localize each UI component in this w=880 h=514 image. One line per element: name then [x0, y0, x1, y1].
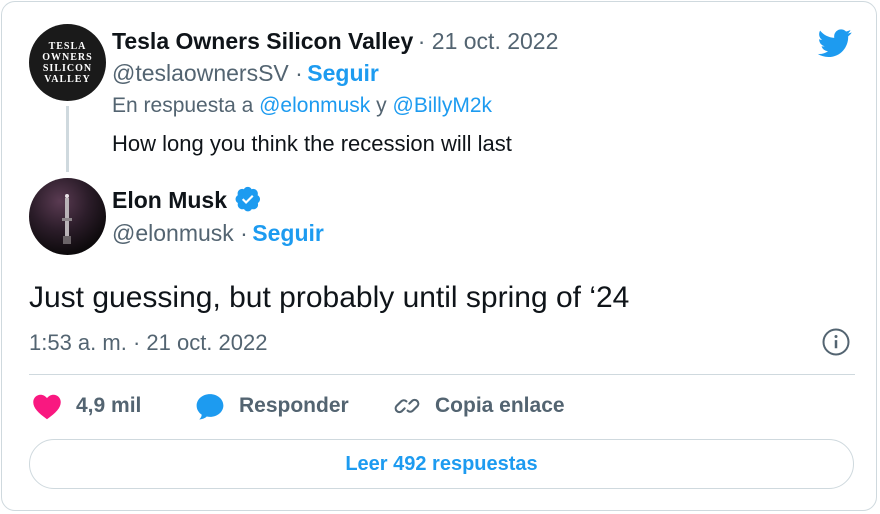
- reply-action[interactable]: Responder: [195, 392, 349, 420]
- rocket-image: [62, 194, 72, 244]
- tweet-timestamp[interactable]: 1:53 a. m. · 21 oct. 2022: [29, 330, 267, 356]
- reply-prefix: En respuesta a: [112, 94, 254, 117]
- divider: [29, 374, 855, 375]
- quoted-handle-row: @teslaownersSV · Seguir: [112, 60, 379, 87]
- reply-context: En respuesta a @elonmusk y @BillyM2k: [112, 94, 492, 118]
- main-author-row: Elon Musk: [112, 186, 261, 214]
- heart-icon: [33, 394, 61, 420]
- reply-label: Responder: [239, 394, 349, 417]
- link-icon: [394, 398, 420, 414]
- reply-joiner: y: [376, 94, 387, 117]
- main-handle[interactable]: @elonmusk ·: [112, 220, 248, 246]
- twitter-bird-icon[interactable]: [816, 26, 854, 60]
- main-handle-row: @elonmusk · Seguir: [112, 220, 324, 247]
- quoted-handle[interactable]: @teslaownersSV ·: [112, 60, 303, 86]
- main-follow-link[interactable]: Seguir: [252, 220, 324, 246]
- quoted-date[interactable]: · 21 oct. 2022: [418, 28, 559, 54]
- copy-link-label: Copia enlace: [435, 394, 565, 417]
- quoted-follow-link[interactable]: Seguir: [307, 60, 379, 86]
- reply-user-link[interactable]: @elonmusk: [259, 94, 370, 117]
- main-author-name[interactable]: Elon Musk: [112, 187, 227, 213]
- quoted-author-row: Tesla Owners Silicon Valley · 21 oct. 20…: [112, 28, 558, 55]
- tesla-owners-avatar[interactable]: TESLA OWNERS SILICON VALLEY: [29, 24, 106, 101]
- thread-connector: [66, 106, 69, 172]
- like-action[interactable]: 4,9 mil: [32, 392, 141, 420]
- copy-link-action[interactable]: Copia enlace: [393, 392, 565, 420]
- elon-musk-avatar[interactable]: [29, 178, 106, 255]
- main-tweet-text: Just guessing, but probably until spring…: [29, 281, 630, 314]
- avatar-logo-text: TESLA OWNERS SILICON VALLEY: [42, 40, 93, 85]
- verified-badge-icon: [236, 186, 261, 212]
- reply-user-link[interactable]: @BillyM2k: [393, 94, 493, 117]
- tweet-embed-card: TESLA OWNERS SILICON VALLEY Tesla Owners…: [1, 1, 877, 511]
- reply-bubble-icon: [196, 394, 224, 420]
- like-count: 4,9 mil: [76, 394, 142, 417]
- quoted-author-name[interactable]: Tesla Owners Silicon Valley: [112, 28, 413, 54]
- quoted-tweet-text: How long you think the recession will la…: [112, 131, 512, 156]
- read-replies-button[interactable]: Leer 492 respuestas: [29, 439, 854, 489]
- info-icon[interactable]: [821, 327, 851, 357]
